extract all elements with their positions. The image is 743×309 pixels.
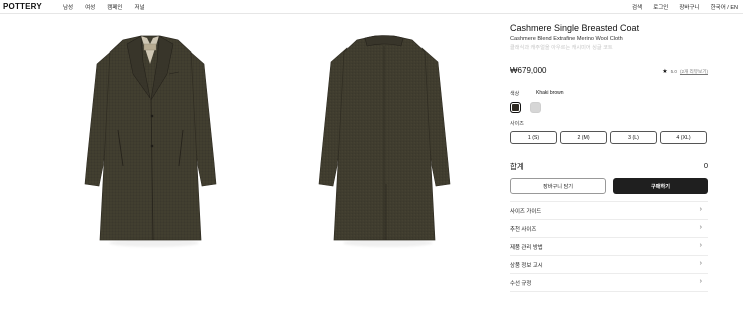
chevron-right-icon: › [699, 242, 702, 249]
total-row: 합계 0 [510, 161, 708, 173]
product-title: Cashmere Single Breasted Coat [510, 23, 640, 33]
add-to-cart-button[interactable]: 장바구니 담기 [510, 178, 606, 194]
size-options: 1 (S) 2 (M) 3 (L) 4 (XL) [510, 131, 708, 144]
swatch-grey[interactable] [530, 101, 541, 113]
brand-logo[interactable]: POTTERY [3, 2, 42, 11]
accordion-recommended-size[interactable]: 추천 사이즈 › [510, 220, 708, 238]
size-button-l[interactable]: 3 (L) [610, 131, 657, 144]
chevron-right-icon: › [699, 278, 702, 285]
nav-women[interactable]: 여성 [85, 3, 95, 11]
swatch-khaki-brown[interactable] [510, 101, 521, 113]
total-value: 0 [703, 161, 708, 170]
size-label: 사이즈 [510, 121, 524, 127]
color-swatches [510, 101, 708, 113]
accordion-label: 상품 정보 고시 [510, 263, 543, 269]
accordion-product-notice[interactable]: 상품 정보 고시 › [510, 256, 708, 274]
chevron-right-icon: › [699, 206, 702, 213]
nav-campaign[interactable]: 캠페인 [107, 3, 122, 11]
top-navigation-bar: POTTERY 남성 여성 캠페인 저널 검색 로그인 장바구니 한국어 / E… [0, 0, 743, 14]
utility-nav: 검색 로그인 장바구니 한국어 / EN [632, 3, 738, 11]
accordion-size-guide[interactable]: 사이즈 가이드 › [510, 202, 708, 220]
product-image-back[interactable] [317, 34, 452, 247]
star-icon: ★ [662, 69, 668, 75]
main-nav: 남성 여성 캠페인 저널 [63, 3, 145, 11]
nav-search[interactable]: 검색 [632, 3, 642, 11]
product-subtitle: Cashmere Blend Extrafine Merino Wool Clo… [510, 36, 623, 42]
size-button-m[interactable]: 2 (M) [560, 131, 607, 144]
rating: ★ 5.0 (2개 리뷰보기) [662, 68, 708, 76]
product-info-panel: Cashmere Single Breasted Coat Cashmere B… [510, 23, 708, 292]
nav-cart[interactable]: 장바구니 [679, 3, 699, 11]
accordion-label: 사이즈 가이드 [510, 209, 542, 215]
accordion-care[interactable]: 제품 관리 방법 › [510, 238, 708, 256]
product-price: ₩679,000 [510, 66, 547, 75]
info-accordion: 사이즈 가이드 › 추천 사이즈 › 제품 관리 방법 › 상품 정보 고시 ›… [510, 201, 708, 292]
purchase-actions: 장바구니 담기 구매하기 [510, 178, 708, 194]
color-label: 색상 [510, 91, 520, 97]
front-shadow [109, 239, 199, 247]
size-button-s[interactable]: 1 (S) [510, 131, 557, 144]
nav-login[interactable]: 로그인 [653, 3, 668, 11]
color-label-row: 색상 Khaki brown [510, 90, 708, 98]
buy-now-button[interactable]: 구매하기 [613, 178, 708, 194]
accordion-label: 제품 관리 방법 [510, 245, 543, 251]
chevron-right-icon: › [699, 260, 702, 267]
accordion-repair-policy[interactable]: 수선 규정 › [510, 274, 708, 292]
nav-language[interactable]: 한국어 / EN [711, 3, 738, 11]
reviews-link[interactable]: (2개 리뷰보기) [680, 69, 708, 75]
selected-color: Khaki brown [536, 90, 564, 96]
back-shadow [343, 239, 433, 247]
accordion-label: 수선 규정 [510, 281, 532, 287]
total-label: 합계 [510, 162, 524, 171]
price-row: ₩679,000 ★ 5.0 (2개 리뷰보기) [510, 66, 708, 78]
product-image-front[interactable] [83, 34, 218, 247]
product-description: 클래식과 캐주얼을 아우르는 캐시미어 싱글 코트 [510, 45, 613, 51]
rating-value: 5.0 [670, 69, 677, 74]
accordion-label: 추천 사이즈 [510, 227, 537, 233]
nav-men[interactable]: 남성 [63, 3, 73, 11]
size-button-xl[interactable]: 4 (XL) [660, 131, 707, 144]
nav-journal[interactable]: 저널 [134, 3, 144, 11]
chevron-right-icon: › [699, 224, 702, 231]
